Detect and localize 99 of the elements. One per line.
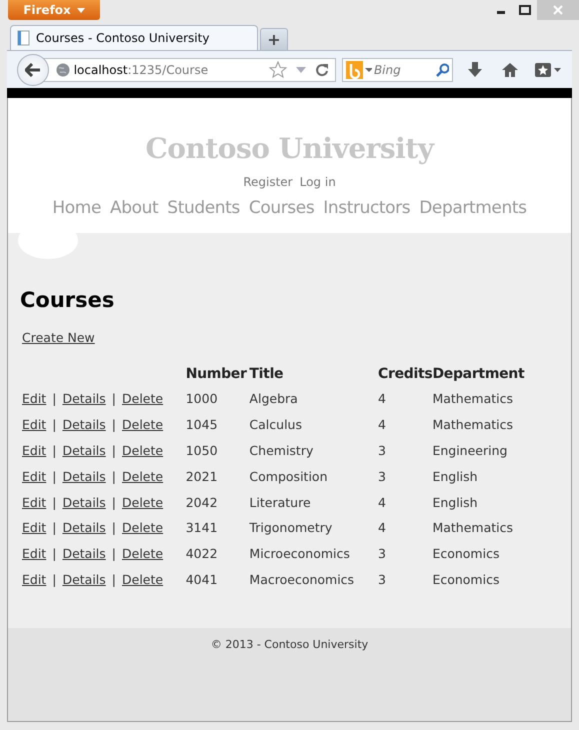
row-action-link[interactable]: Details bbox=[62, 572, 106, 587]
create-new-link[interactable]: Create New bbox=[22, 330, 95, 345]
address-bar[interactable]: localhost:1235/Course bbox=[42, 58, 336, 82]
dropdown-icon[interactable] bbox=[364, 66, 372, 72]
table-cell: Mathematics bbox=[432, 520, 513, 536]
table-cell: 4 bbox=[378, 417, 386, 432]
row-action-link[interactable]: Edit bbox=[22, 520, 46, 536]
table-cell: 4 bbox=[378, 391, 386, 406]
row-action-link[interactable]: Edit bbox=[22, 391, 46, 406]
row-action-link[interactable]: Edit bbox=[22, 417, 46, 432]
table-cell: 1045 bbox=[186, 417, 218, 432]
row-action-link[interactable]: Details bbox=[62, 520, 106, 536]
row-action-link[interactable]: Delete bbox=[122, 572, 164, 587]
row-action-link[interactable]: Details bbox=[62, 417, 106, 432]
site-title: Contoso University bbox=[146, 132, 434, 165]
row-action-link[interactable]: Delete bbox=[122, 468, 164, 484]
row-action-link[interactable]: Edit bbox=[22, 494, 46, 510]
column-header: Title bbox=[249, 366, 284, 382]
account-link[interactable]: Register bbox=[243, 175, 293, 189]
globe-icon bbox=[56, 62, 70, 76]
search-field[interactable]: Bing bbox=[374, 62, 434, 76]
separator: | bbox=[112, 546, 116, 562]
separator: | bbox=[52, 417, 56, 432]
table-cell: 4 bbox=[378, 520, 386, 536]
row-action-link[interactable]: Details bbox=[62, 494, 106, 510]
star-icon[interactable] bbox=[268, 61, 287, 78]
table-cell: Engineering bbox=[432, 442, 508, 458]
table-cell: 2021 bbox=[186, 468, 218, 484]
table-cell: Mathematics bbox=[432, 417, 513, 432]
row-action-link[interactable]: Delete bbox=[122, 546, 164, 562]
table-cell: 3 bbox=[378, 546, 386, 562]
table-cell: 1050 bbox=[186, 442, 218, 458]
row-action-link[interactable]: Delete bbox=[122, 520, 164, 536]
separator: | bbox=[52, 520, 56, 536]
maximize-icon[interactable] bbox=[519, 5, 531, 15]
table-cell: Algebra bbox=[249, 391, 298, 406]
table-cell: 1000 bbox=[186, 391, 218, 406]
separator: | bbox=[112, 442, 116, 458]
url-text: localhost:1235/Course bbox=[74, 62, 208, 76]
table-cell: Calculus bbox=[249, 417, 302, 432]
table-cell: Trigonometry bbox=[249, 520, 332, 536]
table-cell: Composition bbox=[249, 468, 328, 484]
browser-tab[interactable]: Courses - Contoso University bbox=[10, 25, 258, 50]
table-cell: Chemistry bbox=[249, 442, 314, 458]
row-action-link[interactable]: Details bbox=[62, 391, 106, 406]
table-cell: Economics bbox=[432, 572, 500, 587]
account-link[interactable]: Log in bbox=[300, 175, 336, 189]
new-tab-button[interactable]: + bbox=[260, 28, 288, 50]
reload-icon[interactable] bbox=[314, 62, 329, 76]
bing-logo-icon bbox=[346, 60, 363, 78]
table-cell: English bbox=[432, 468, 478, 484]
row-action-link[interactable]: Edit bbox=[22, 468, 46, 484]
page-heading: Courses bbox=[20, 288, 116, 312]
row-action-link[interactable]: Details bbox=[62, 442, 106, 458]
separator: | bbox=[52, 546, 56, 562]
back-arrow-icon[interactable] bbox=[24, 62, 41, 76]
separator: | bbox=[112, 494, 116, 510]
row-action-link[interactable]: Edit bbox=[22, 572, 46, 587]
table-cell: 3 bbox=[378, 442, 386, 458]
caret-icon[interactable] bbox=[76, 8, 85, 12]
footer-text: © 2013 - Contoso University bbox=[210, 638, 368, 653]
table-cell: 3 bbox=[378, 468, 386, 484]
table-cell: Microeconomics bbox=[249, 546, 350, 562]
separator: | bbox=[52, 442, 56, 458]
row-action-link[interactable]: Edit bbox=[22, 442, 46, 458]
table-cell: Macroeconomics bbox=[249, 572, 354, 587]
search-bar[interactable]: Bing bbox=[342, 58, 453, 82]
column-header: Department bbox=[432, 366, 524, 382]
separator: | bbox=[52, 494, 56, 510]
table-cell: 3 bbox=[378, 572, 386, 587]
row-action-link[interactable]: Delete bbox=[122, 442, 164, 458]
separator: | bbox=[112, 572, 116, 587]
row-action-link[interactable]: Details bbox=[62, 546, 106, 562]
table-cell: Economics bbox=[432, 546, 500, 562]
table-cell: Literature bbox=[249, 494, 311, 510]
back-button[interactable] bbox=[17, 54, 49, 86]
column-header: Credits bbox=[378, 366, 432, 382]
row-action-link[interactable]: Delete bbox=[122, 391, 164, 406]
separator: | bbox=[52, 572, 56, 587]
row-action-link[interactable]: Delete bbox=[122, 417, 164, 432]
table-cell: 2042 bbox=[186, 494, 218, 510]
table-cell: 4022 bbox=[186, 546, 218, 562]
separator: | bbox=[112, 417, 116, 432]
table-cell: English bbox=[432, 494, 478, 510]
page-icon bbox=[17, 30, 31, 46]
separator: | bbox=[112, 468, 116, 484]
separator: | bbox=[52, 391, 56, 406]
row-action-link[interactable]: Delete bbox=[122, 494, 164, 510]
row-action-link[interactable]: Details bbox=[62, 468, 106, 484]
table-cell: Mathematics bbox=[432, 391, 513, 406]
table-cell: 3141 bbox=[186, 520, 218, 536]
table-cell: 4 bbox=[378, 494, 386, 510]
column-header: Number bbox=[186, 366, 247, 382]
search-icon[interactable] bbox=[436, 62, 449, 76]
separator: | bbox=[112, 520, 116, 536]
row-action-link[interactable]: Edit bbox=[22, 546, 46, 562]
table-cell: 4041 bbox=[186, 572, 218, 587]
separator: | bbox=[112, 391, 116, 406]
separator: | bbox=[52, 468, 56, 484]
